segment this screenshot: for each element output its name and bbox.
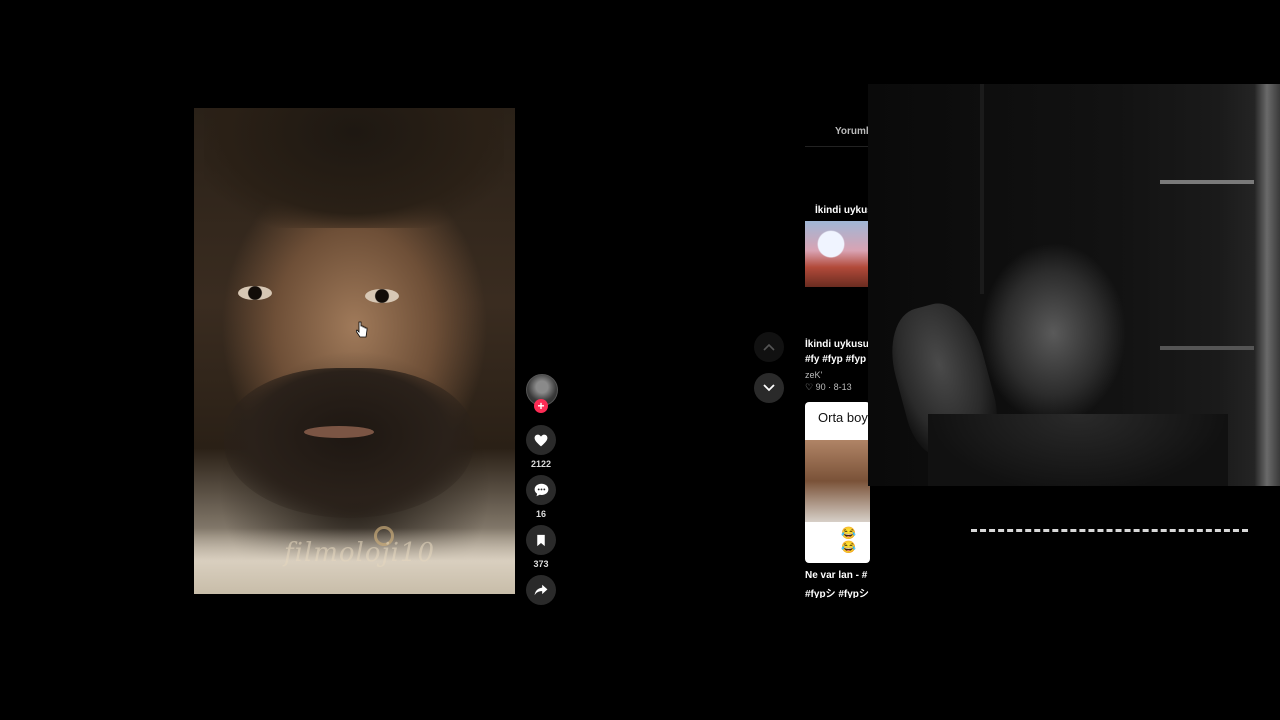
overlay-right-edge	[1254, 84, 1280, 486]
thumbnail-scene	[805, 440, 870, 522]
related-video-hashtags[interactable]: #fy #fyp #fyp	[805, 354, 866, 365]
overlay-video	[868, 84, 1280, 486]
related-video-thumbnail[interactable]	[805, 221, 870, 287]
next-video-button[interactable]	[754, 373, 784, 403]
video-mouth	[304, 426, 374, 438]
related-video-caption[interactable]: İkindi uykusu	[805, 339, 869, 350]
video-watermark: filmoloji10	[284, 538, 435, 568]
previous-video-button[interactable]	[754, 332, 784, 362]
video-right-eye	[365, 289, 399, 303]
comment-bubble-icon	[534, 483, 548, 497]
comment-button[interactable]	[526, 475, 556, 505]
like-button[interactable]	[526, 425, 556, 455]
overlay-body-shade	[928, 414, 1228, 486]
follow-button[interactable]: +	[534, 399, 548, 413]
bookmark-icon	[537, 534, 545, 546]
related-video-hashtags-2[interactable]: #fypシ #fypシ	[805, 585, 869, 598]
heart-icon	[534, 434, 548, 446]
video-beard-shade	[224, 368, 474, 518]
related-video-thumbnail-2[interactable]: Orta boy 😂😂	[805, 402, 870, 563]
share-arrow-icon	[534, 584, 548, 596]
share-button[interactable]	[526, 575, 556, 605]
like-count: 2122	[530, 459, 552, 469]
thumbnail-overlay-text: Orta boy	[818, 410, 868, 425]
save-button[interactable]	[526, 525, 556, 555]
dashed-divider	[971, 529, 1248, 532]
chevron-down-icon	[763, 384, 775, 392]
side-panel: Yoruml İkindi uykus İkindi uykusu #fy #f…	[795, 108, 870, 598]
video-hair-shade	[204, 108, 504, 228]
comment-count: 16	[535, 509, 546, 519]
overlay-door-frame	[980, 84, 984, 294]
related-video-title: İkindi uykus	[815, 205, 870, 216]
thumbnail-emoji: 😂😂	[841, 526, 856, 554]
main-video[interactable]: filmoloji10	[194, 108, 515, 594]
tab-comments[interactable]: Yoruml	[835, 126, 869, 137]
hand-cursor-icon	[356, 321, 368, 338]
related-video-caption-2[interactable]: Ne var lan - #	[805, 570, 867, 581]
related-video-stats: ♡ 90 · 8-13	[805, 382, 852, 392]
save-count: 373	[533, 559, 549, 569]
panel-divider	[805, 146, 870, 147]
chevron-up-icon	[763, 343, 775, 351]
related-video-author[interactable]: zeK'	[805, 370, 822, 380]
video-left-eye	[238, 286, 272, 300]
